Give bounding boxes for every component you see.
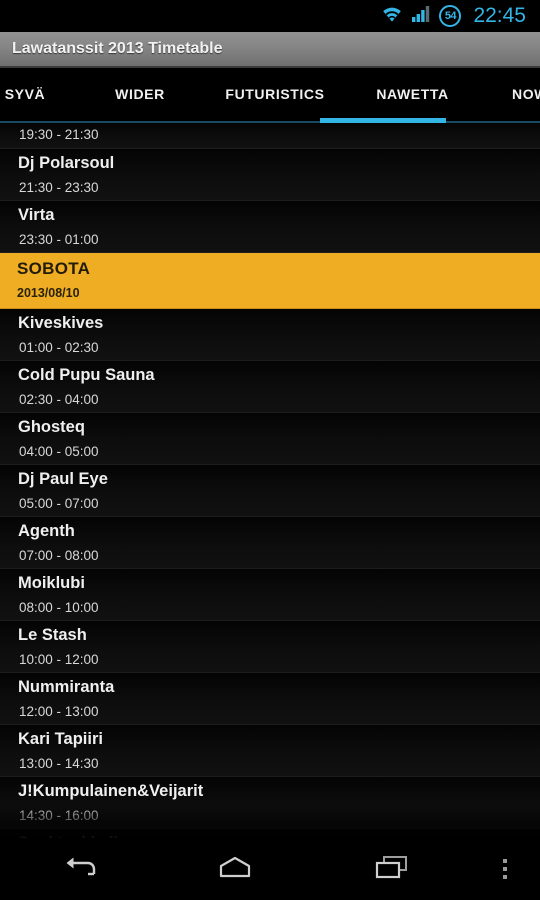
- tab-wider[interactable]: WIDER: [80, 68, 200, 120]
- timetable-list-inner: 19:30 - 21:30 Dj Polarsoul 21:30 - 23:30…: [0, 123, 540, 838]
- list-item[interactable]: 19:30 - 21:30: [0, 123, 540, 149]
- nav-home-button[interactable]: [157, 838, 314, 900]
- list-item-title: Dj Paul Eye: [18, 470, 108, 488]
- day-header: SOBOTA 2013/08/10: [0, 253, 540, 309]
- list-item-title: Kiveskives: [18, 314, 104, 332]
- list-item-title: Le Stash: [18, 626, 87, 644]
- list-item-time: 21:30 - 23:30: [19, 180, 99, 195]
- page-title: Lawatanssit 2013 Timetable: [12, 40, 223, 57]
- nav-overflow-button[interactable]: [470, 838, 540, 900]
- status-bar-clock: 22:45: [473, 4, 526, 27]
- nav-recents-button[interactable]: [313, 838, 470, 900]
- tab-syva[interactable]: SYVÄ: [0, 68, 80, 120]
- list-item-time: 13:00 - 14:30: [19, 756, 99, 771]
- list-item-time: 04:00 - 05:00: [19, 444, 99, 459]
- list-item[interactable]: Moiklubi 08:00 - 10:00: [0, 569, 540, 621]
- list-item-title: Ghosteq: [18, 418, 85, 436]
- tab-now[interactable]: NOW: [475, 68, 540, 120]
- list-item-title: Moiklubi: [18, 574, 85, 592]
- cellular-signal-icon: [412, 5, 430, 27]
- list-item-title: Kari Tapiiri: [18, 730, 103, 748]
- list-item-time: 23:30 - 01:00: [19, 232, 99, 247]
- list-item[interactable]: Kari Tapiiri 13:00 - 14:30: [0, 725, 540, 777]
- overflow-menu-icon: [503, 859, 508, 879]
- list-item-title: Dj Polarsoul: [18, 154, 115, 172]
- list-item[interactable]: Dj Polarsoul 21:30 - 23:30: [0, 149, 540, 201]
- list-item-time: 07:00 - 08:00: [19, 548, 99, 563]
- list-item[interactable]: J!Kumpulainen&Veijarit 14:30 - 16:00: [0, 777, 540, 829]
- list-item[interactable]: Nummiranta 12:00 - 13:00: [0, 673, 540, 725]
- overflow-dot: [503, 859, 508, 863]
- tab-nawetta[interactable]: NAWETTA: [350, 68, 475, 120]
- tab-futuristics[interactable]: FUTURISTICS: [200, 68, 350, 120]
- timetable-list[interactable]: 19:30 - 21:30 Dj Polarsoul 21:30 - 23:30…: [0, 123, 540, 838]
- list-item-title: Spektaakkeli: [18, 829, 540, 838]
- overflow-dot: [503, 867, 508, 871]
- list-item-title: Virta: [18, 206, 55, 224]
- list-item[interactable]: Le Stash 10:00 - 12:00: [0, 621, 540, 673]
- status-bar: 54 22:45: [0, 0, 540, 32]
- back-icon: [60, 854, 96, 885]
- list-item-time: 12:00 - 13:00: [19, 704, 99, 719]
- list-item[interactable]: Cold Pupu Sauna 02:30 - 04:00: [0, 361, 540, 413]
- list-item[interactable]: Virta 23:30 - 01:00: [0, 201, 540, 253]
- app-title-bar: Lawatanssit 2013 Timetable: [0, 32, 540, 68]
- list-item[interactable]: Kiveskives 01:00 - 02:30: [0, 309, 540, 361]
- list-item-time: 05:00 - 07:00: [19, 496, 99, 511]
- list-item[interactable]: Spektaakkeli: [0, 829, 540, 838]
- list-item[interactable]: Ghosteq 04:00 - 05:00: [0, 413, 540, 465]
- day-header-date: 2013/08/10: [17, 286, 80, 300]
- overflow-dot: [503, 875, 508, 879]
- list-item-time: 02:30 - 04:00: [19, 392, 99, 407]
- list-item[interactable]: Agenth 07:00 - 08:00: [0, 517, 540, 569]
- list-item-time: 19:30 - 21:30: [19, 127, 99, 142]
- nav-back-button[interactable]: [0, 838, 157, 900]
- list-item-title: Cold Pupu Sauna: [18, 366, 155, 384]
- home-icon: [218, 855, 252, 884]
- status-icons: 54 22:45: [381, 4, 526, 28]
- list-item-time: 14:30 - 16:00: [19, 808, 99, 823]
- wifi-icon: [381, 5, 403, 27]
- list-item-title: Nummiranta: [18, 678, 115, 696]
- system-navigation-bar: [0, 838, 540, 900]
- list-item-time: 01:00 - 02:30: [19, 340, 99, 355]
- tab-strip: SYVÄ WIDER FUTURISTICS NAWETTA NOW: [0, 68, 540, 120]
- list-item[interactable]: Dj Paul Eye 05:00 - 07:00: [0, 465, 540, 517]
- recent-apps-icon: [375, 854, 409, 885]
- list-item-title: Agenth: [18, 522, 75, 540]
- day-header-name: SOBOTA: [17, 259, 91, 278]
- battery-status-badge: 54: [439, 5, 462, 27]
- list-item-title: J!Kumpulainen&Veijarit: [18, 782, 204, 800]
- tab-bar[interactable]: SYVÄ WIDER FUTURISTICS NAWETTA NOW: [0, 68, 540, 123]
- list-item-time: 08:00 - 10:00: [19, 600, 99, 615]
- list-item-time: 10:00 - 12:00: [19, 652, 99, 667]
